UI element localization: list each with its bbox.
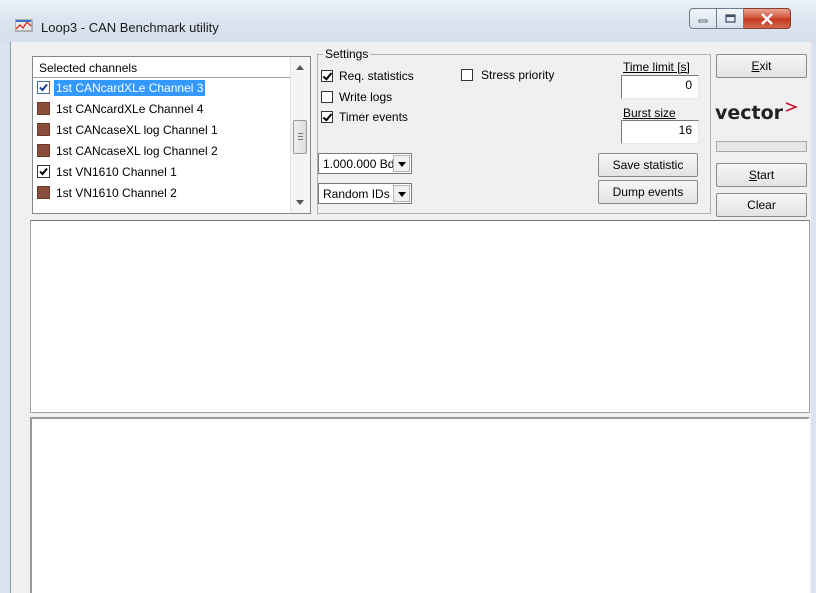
application-window: Loop3 - CAN Benchmark utility Selected c… bbox=[0, 0, 816, 593]
checkmark-icon bbox=[39, 167, 48, 176]
list-item[interactable]: 1st CANcardXLe Channel 4 bbox=[35, 99, 291, 120]
channel-list-header[interactable]: Selected channels bbox=[33, 57, 291, 78]
list-item[interactable]: 1st VN1610 Channel 1 bbox=[35, 162, 291, 183]
settings-legend: Settings bbox=[323, 47, 371, 61]
checkbox-box[interactable] bbox=[321, 70, 333, 82]
channel-label: 1st VN1610 Channel 1 bbox=[56, 165, 177, 179]
start-button[interactable]: Start bbox=[716, 163, 807, 187]
window-title: Loop3 - CAN Benchmark utility bbox=[41, 20, 219, 35]
chevron-down-icon[interactable] bbox=[393, 155, 410, 172]
save-statistic-button[interactable]: Save statistic bbox=[598, 153, 698, 177]
checkbox-box[interactable] bbox=[321, 91, 333, 103]
progress-bar bbox=[716, 141, 807, 152]
list-item[interactable]: 1st CANcaseXL log Channel 1 bbox=[35, 120, 291, 141]
channel-label: 1st CANcardXLe Channel 4 bbox=[56, 102, 204, 116]
close-button[interactable] bbox=[744, 8, 791, 29]
vector-logo: vector bbox=[715, 102, 799, 124]
output-panel-top[interactable] bbox=[30, 220, 810, 413]
time-limit-label: Time limit [s] bbox=[623, 60, 690, 74]
list-item[interactable]: 1st CANcaseXL log Channel 2 bbox=[35, 141, 291, 162]
title-bar[interactable]: Loop3 - CAN Benchmark utility bbox=[0, 0, 816, 42]
channel-list-scrollbar[interactable] bbox=[290, 57, 310, 213]
channel-list[interactable]: Selected channels 1st CANcardXLe Channel… bbox=[32, 56, 311, 214]
baudrate-select[interactable]: 1.000.000 Bd bbox=[318, 153, 412, 174]
scroll-up-icon[interactable] bbox=[296, 65, 304, 70]
channel-checkbox[interactable] bbox=[37, 186, 50, 199]
app-icon bbox=[15, 19, 33, 32]
close-icon bbox=[761, 12, 773, 25]
channel-label: 1st VN1610 Channel 2 bbox=[56, 186, 177, 200]
clear-button[interactable]: Clear bbox=[716, 193, 807, 217]
output-panel-bottom[interactable] bbox=[30, 417, 810, 593]
chevron-down-icon[interactable] bbox=[393, 185, 410, 202]
channel-label: 1st CANcaseXL log Channel 2 bbox=[56, 144, 218, 158]
list-item[interactable]: 1st VN1610 Channel 2 bbox=[35, 183, 291, 204]
channel-checkbox[interactable] bbox=[37, 165, 50, 178]
channel-checkbox[interactable] bbox=[37, 144, 50, 157]
channel-checkbox[interactable] bbox=[37, 102, 50, 115]
scroll-thumb[interactable] bbox=[293, 120, 307, 154]
time-limit-input[interactable]: 0 bbox=[621, 75, 699, 99]
checkbox-box[interactable] bbox=[321, 111, 333, 123]
id-mode-select[interactable]: Random IDs bbox=[318, 183, 412, 204]
maximize-icon bbox=[724, 14, 736, 23]
dump-events-button[interactable]: Dump events bbox=[598, 180, 698, 204]
minimize-button[interactable] bbox=[689, 8, 717, 29]
client-area: Selected channels 1st CANcardXLe Channel… bbox=[10, 42, 811, 593]
burst-size-input[interactable]: 16 bbox=[621, 120, 699, 144]
channel-label: 1st CANcardXLe Channel 3 bbox=[54, 80, 206, 96]
maximize-button[interactable] bbox=[717, 8, 744, 29]
checkbox-box[interactable] bbox=[461, 69, 473, 81]
minimize-icon bbox=[698, 19, 708, 22]
channel-label: 1st CANcaseXL log Channel 1 bbox=[56, 123, 218, 137]
scroll-down-icon[interactable] bbox=[296, 200, 304, 205]
list-item[interactable]: 1st CANcardXLe Channel 3 bbox=[35, 78, 291, 99]
burst-size-label: Burst size bbox=[623, 106, 676, 120]
caption-buttons bbox=[689, 8, 791, 31]
logo-text: vector bbox=[715, 102, 784, 124]
exit-button[interactable]: Exit bbox=[716, 54, 807, 78]
channel-checkbox[interactable] bbox=[37, 123, 50, 136]
checkmark-icon bbox=[39, 83, 48, 92]
channel-checkbox[interactable] bbox=[37, 81, 50, 94]
